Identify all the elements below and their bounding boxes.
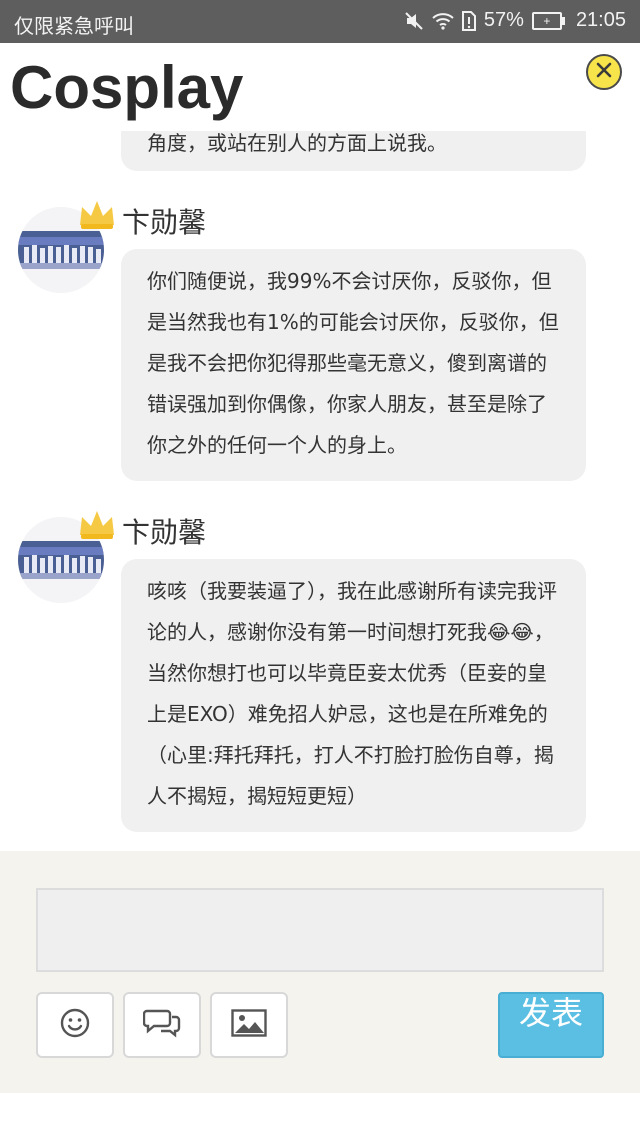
comment-feed[interactable]: 角度，或站在别人的方面上说我。 卞勋馨 你们随便说，我99%不会讨厌你，反驳你，… bbox=[0, 131, 640, 851]
comment-composer: 发表 bbox=[0, 851, 640, 1093]
header: Cosplay bbox=[0, 43, 640, 131]
page-title: Cosplay bbox=[10, 54, 244, 121]
close-button[interactable] bbox=[586, 54, 622, 90]
image-button[interactable] bbox=[210, 992, 288, 1058]
status-bar: 仅限紧急呼叫 57% + 21:05 bbox=[0, 0, 640, 43]
mute-icon bbox=[404, 11, 424, 31]
emoji-button[interactable] bbox=[36, 992, 114, 1058]
image-icon bbox=[231, 1009, 267, 1041]
comment-text: 咳咳（我要装逼了），我在此感谢所有读完我评论的人，感谢你没有第一时间想打死我😂😂… bbox=[147, 579, 557, 808]
comment-username[interactable]: 卞勋馨 bbox=[122, 201, 206, 241]
submit-button[interactable]: 发表 bbox=[498, 992, 604, 1058]
wifi-icon bbox=[432, 12, 454, 30]
comment-input[interactable] bbox=[36, 888, 604, 972]
quote-button[interactable] bbox=[123, 992, 201, 1058]
comment-bubble: 咳咳（我要装逼了），我在此感谢所有读完我评论的人，感谢你没有第一时间想打死我😂😂… bbox=[121, 559, 586, 832]
comment-bubble: 你们随便说，我99%不会讨厌你，反驳你，但是当然我也有1%的可能会讨厌你，反驳你… bbox=[121, 249, 586, 481]
comment-bubble: 角度，或站在别人的方面上说我。 bbox=[121, 131, 586, 171]
crown-icon bbox=[78, 509, 116, 541]
battery-icon: + bbox=[531, 11, 565, 30]
comment-text: 你们随便说，我99%不会讨厌你，反驳你，但是当然我也有1%的可能会讨厌你，反驳你… bbox=[147, 269, 559, 457]
carrier-label: 仅限紧急呼叫 bbox=[14, 16, 134, 38]
sim-icon bbox=[461, 10, 476, 31]
comment-username[interactable]: 卞勋馨 bbox=[122, 511, 206, 551]
bottom-area bbox=[0, 1093, 640, 1138]
crown-icon bbox=[78, 199, 116, 231]
chat-bubbles-icon bbox=[142, 1008, 181, 1042]
status-icons: 57% + 21:05 bbox=[404, 9, 626, 32]
comment-text: 角度，或站在别人的方面上说我。 bbox=[147, 131, 447, 155]
battery-percent: 57% bbox=[483, 9, 524, 31]
clock: 21:05 bbox=[575, 9, 626, 31]
smiley-icon bbox=[59, 1007, 91, 1043]
close-circle-icon bbox=[594, 60, 614, 84]
